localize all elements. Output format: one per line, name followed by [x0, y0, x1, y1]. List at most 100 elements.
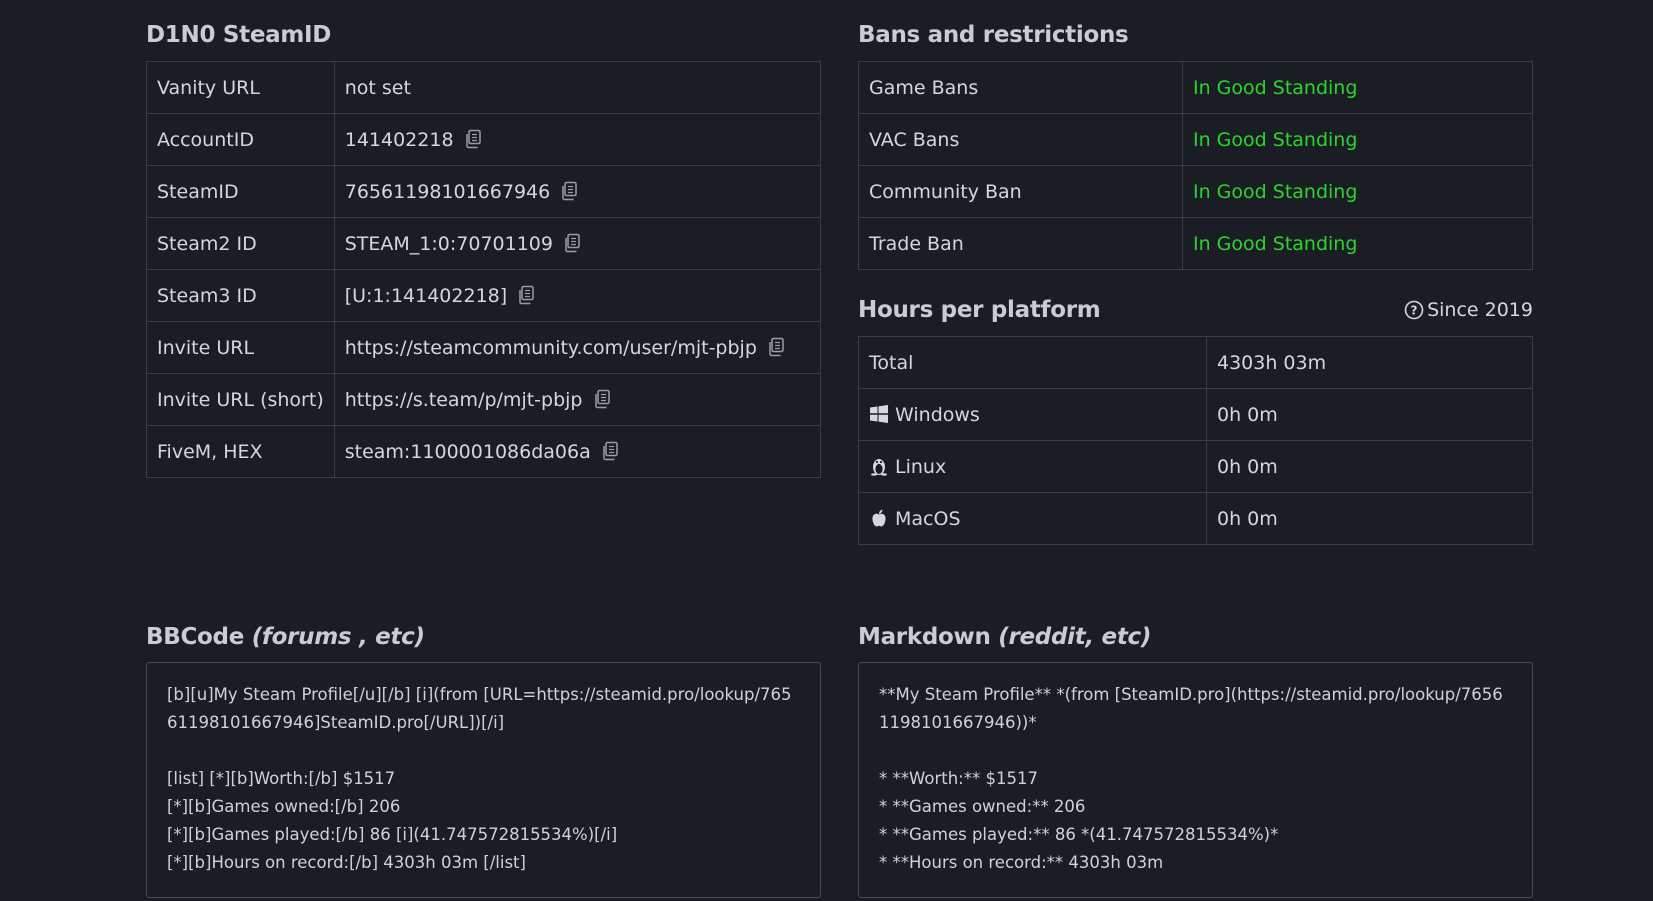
- steamid-panel: D1N0 SteamID Vanity URL not set AccountID 1…: [146, 19, 822, 478]
- platform-label-text: Total: [869, 351, 914, 374]
- help-icon: ?: [1404, 300, 1424, 320]
- svg-text:?: ?: [1411, 304, 1418, 318]
- steamid-label-text: FiveM, HEX: [157, 440, 263, 463]
- copy-icon[interactable]: [464, 129, 482, 149]
- steamid-row: Steam2 ID STEAM_1:0:70701109: [146, 217, 822, 270]
- steamid-row: Vanity URL not set: [146, 61, 822, 114]
- steamid-label: FiveM, HEX: [146, 425, 335, 478]
- ban-status-text: In Good Standing: [1193, 76, 1358, 99]
- markdown-line: * **Games played:** 86 *(41.747572815534…: [879, 825, 1279, 844]
- steamid-row: Steam3 ID [U:1:141402218]: [146, 269, 822, 322]
- bbcode-line: [*][b]Hours on record:[/b] 4303h 03m [/l…: [167, 853, 526, 872]
- steamid-table: Vanity URL not set AccountID 141402218 Steam…: [146, 61, 822, 478]
- copy-icon[interactable]: [563, 233, 581, 253]
- platform-row: Windows 0h 0m: [858, 388, 1533, 441]
- ban-row: Game Bans In Good Standing: [858, 61, 1533, 114]
- ban-status: In Good Standing: [1182, 61, 1533, 114]
- platform-hours: 0h 0m: [1206, 440, 1533, 493]
- bbcode-title-main: BBCode: [146, 624, 252, 650]
- steamid-value-text: https://s.team/p/mjt-pbjp: [344, 388, 583, 411]
- bbcode-line: [167, 737, 800, 765]
- ban-status: In Good Standing: [1182, 113, 1533, 166]
- steamid-value: steam:1100001086da06a: [333, 425, 822, 478]
- bbcode-title-italic: (forums , etc): [251, 624, 425, 650]
- platform-label-text: Windows: [895, 403, 980, 426]
- copy-icon[interactable]: [517, 285, 535, 305]
- steamid-value-text: 141402218: [344, 128, 454, 151]
- windows-icon: [870, 404, 888, 423]
- platform-label-text: Linux: [895, 455, 947, 478]
- steamid-row: SteamID 76561198101667946: [146, 165, 822, 218]
- steamid-value: https://s.team/p/mjt-pbjp: [333, 373, 822, 426]
- steamid-value: not set: [333, 61, 822, 114]
- copy-icon[interactable]: [560, 181, 578, 201]
- ban-label-text: VAC Bans: [869, 128, 960, 151]
- steamid-title: D1N0 SteamID: [146, 22, 332, 48]
- ban-label-text: Community Ban: [869, 180, 1022, 203]
- markdown-title-italic: (reddit, etc): [998, 624, 1152, 650]
- hours-panel: Hours per platform ? Since 2019 Total 430…: [858, 294, 1533, 545]
- linux-icon: [871, 458, 887, 476]
- platform-hours-text: 0h 0m: [1217, 507, 1278, 530]
- ban-row: Community Ban In Good Standing: [858, 165, 1533, 218]
- steamid-label-text: Invite URL: [157, 336, 255, 359]
- platform-hours-text: 0h 0m: [1217, 403, 1278, 426]
- bans-title: Bans and restrictions: [858, 22, 1129, 48]
- bbcode-title: BBCode (forums , etc): [146, 621, 821, 654]
- platform-hours-text: 0h 0m: [1217, 455, 1278, 478]
- steamid-label-text: Steam2 ID: [157, 232, 257, 255]
- steamid-label-text: Vanity URL: [157, 76, 260, 99]
- platform-hours: 0h 0m: [1206, 388, 1533, 441]
- platform-row: Total 4303h 03m: [858, 336, 1533, 389]
- platform-label: Linux: [858, 440, 1207, 493]
- steamid-row: FiveM, HEX steam:1100001086da06a: [146, 425, 822, 478]
- steamid-value: https://steamcommunity.com/user/mjt-pbjp: [333, 321, 822, 374]
- markdown-panel: Markdown (reddit, etc) **My Steam Profil…: [858, 621, 1533, 898]
- markdown-line: **My Steam Profile** *(from [SteamID.pro…: [879, 685, 1503, 732]
- steamid-value: 141402218: [333, 113, 822, 166]
- bans-panel: Bans and restrictions Game Bans In Good S…: [858, 19, 1533, 270]
- steamid-label: Invite URL: [146, 321, 335, 374]
- steamid-label: Invite URL (short): [146, 373, 335, 426]
- bbcode-line: [b][u]My Steam Profile[/u][/b] [i](from …: [167, 685, 792, 732]
- markdown-title-main: Markdown: [858, 624, 999, 650]
- platform-hours: 0h 0m: [1206, 492, 1533, 545]
- since-info[interactable]: ? Since 2019: [1404, 294, 1533, 327]
- steamid-value-text: https://steamcommunity.com/user/mjt-pbjp: [344, 336, 757, 359]
- steamid-label-text: Steam3 ID: [157, 284, 257, 307]
- platform-hours-text: 4303h 03m: [1217, 351, 1327, 374]
- copy-icon[interactable]: [601, 441, 619, 461]
- steamid-label: SteamID: [146, 165, 335, 218]
- copy-icon[interactable]: [767, 337, 785, 357]
- markdown-line: * **Worth:** $1517: [879, 769, 1038, 788]
- steamid-value: [U:1:141402218]: [333, 269, 822, 322]
- ban-status-text: In Good Standing: [1193, 180, 1358, 203]
- steamid-value-text: 76561198101667946: [344, 180, 551, 203]
- steamid-value-text: [U:1:141402218]: [344, 284, 508, 307]
- steamid-value-text: not set: [344, 76, 411, 99]
- steamid-label-text: AccountID: [157, 128, 254, 151]
- ban-row: Trade Ban In Good Standing: [858, 217, 1533, 270]
- markdown-textbox[interactable]: **My Steam Profile** *(from [SteamID.pro…: [858, 662, 1533, 898]
- bbcode-line: [*][b]Games owned:[/b] 206: [167, 797, 401, 816]
- ban-label-text: Trade Ban: [869, 232, 964, 255]
- ban-label-text: Game Bans: [869, 76, 979, 99]
- platform-row: Linux 0h 0m: [858, 440, 1533, 493]
- steamid-row: Invite URL https://steamcommunity.com/use…: [146, 321, 822, 374]
- steamid-row: AccountID 141402218: [146, 113, 822, 166]
- steamid-label: Steam3 ID: [146, 269, 335, 322]
- steamid-label-text: SteamID: [157, 180, 239, 203]
- markdown-title: Markdown (reddit, etc): [858, 621, 1533, 654]
- platform-row: MacOS 0h 0m: [858, 492, 1533, 545]
- bbcode-line: [*][b]Games played:[/b] 86 [i](41.747572…: [167, 825, 618, 844]
- platform-label: Windows: [858, 388, 1207, 441]
- bbcode-textbox[interactable]: [b][u]My Steam Profile[/u][/b] [i](from …: [146, 662, 821, 898]
- markdown-line: [879, 737, 1512, 765]
- ban-row: VAC Bans In Good Standing: [858, 113, 1533, 166]
- copy-icon[interactable]: [593, 389, 611, 409]
- ban-label: Trade Ban: [858, 217, 1183, 270]
- since-label: Since 2019: [1427, 299, 1533, 321]
- ban-status-text: In Good Standing: [1193, 232, 1358, 255]
- apple-icon: [872, 509, 886, 526]
- steamid-value-text: steam:1100001086da06a: [344, 440, 591, 463]
